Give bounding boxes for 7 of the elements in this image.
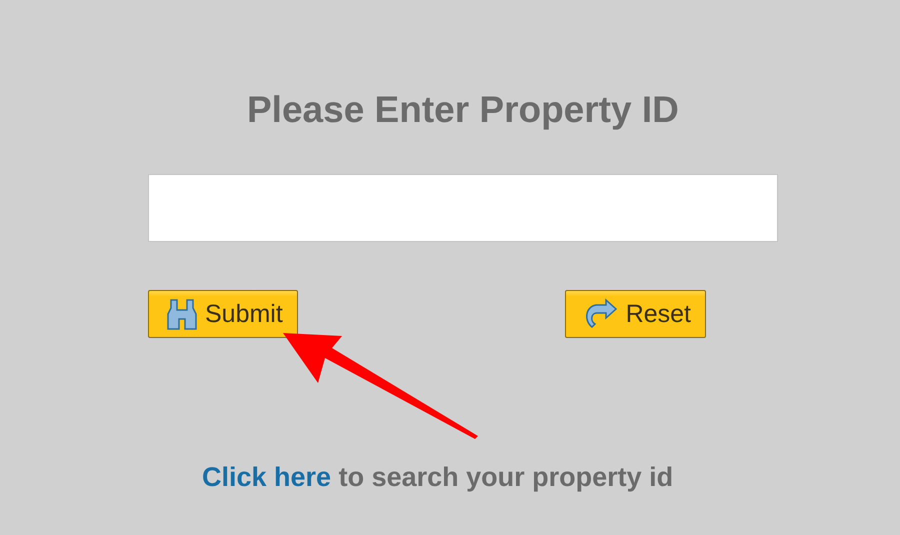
click-here-link[interactable]: Click here [202, 462, 332, 492]
property-id-field[interactable] [148, 174, 778, 242]
submit-button[interactable]: Submit [148, 290, 298, 338]
search-hint-text: Click here to search your property id [202, 462, 674, 493]
page-title: Please Enter Property ID [246, 88, 680, 132]
reset-button[interactable]: Reset [564, 290, 706, 338]
binoculars-icon [165, 297, 199, 331]
